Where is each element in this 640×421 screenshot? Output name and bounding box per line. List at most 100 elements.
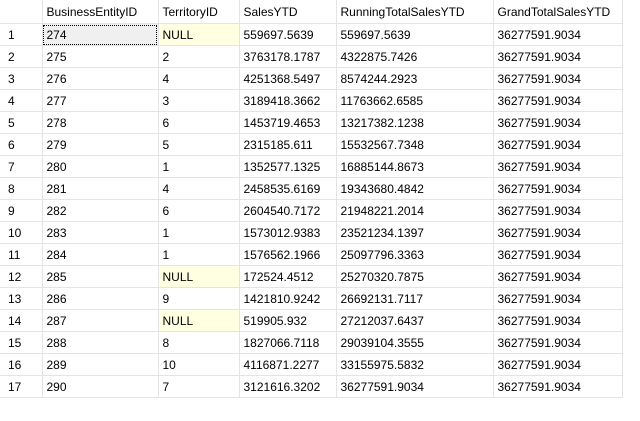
cell-territoryid[interactable]: 9 — [158, 287, 240, 310]
row-number[interactable]: 5 — [0, 111, 43, 134]
table-row[interactable]: 6 279 5 2315185.611 15532567.7348 36277591.90… — [0, 133, 623, 156]
cell-businessentityid[interactable]: 285 — [42, 265, 159, 288]
cell-businessentityid[interactable]: 279 — [42, 133, 159, 156]
cell-businessentityid[interactable]: 280 — [42, 155, 159, 178]
table-row[interactable]: 15 288 8 1827066.7118 29039104.3555 36277591.… — [0, 331, 623, 354]
cell-grandtotalsalesytd[interactable]: 36277591.9034 — [493, 287, 623, 310]
cell-territoryid[interactable]: 8 — [158, 331, 240, 354]
cell-runningtotalsalesytd[interactable]: 13217382.1238 — [336, 111, 494, 134]
cell-businessentityid[interactable]: 274 — [42, 23, 159, 46]
cell-runningtotalsalesytd[interactable]: 29039104.3555 — [336, 331, 494, 354]
cell-runningtotalsalesytd[interactable]: 8574244.2923 — [336, 67, 494, 90]
cell-territoryid[interactable]: 6 — [158, 111, 240, 134]
row-number[interactable]: 2 — [0, 45, 43, 68]
row-number[interactable]: 10 — [0, 221, 43, 244]
cell-territoryid[interactable]: 2 — [158, 45, 240, 68]
cell-businessentityid[interactable]: 289 — [42, 353, 159, 376]
cell-businessentityid[interactable]: 283 — [42, 221, 159, 244]
table-row[interactable]: 14 287 NULL 519905.932 27212037.6437 36277591… — [0, 309, 623, 332]
cell-salesytd[interactable]: 1573012.9383 — [239, 221, 337, 244]
cell-salesytd[interactable]: 1827066.7118 — [239, 331, 337, 354]
cell-salesytd[interactable]: 2315185.611 — [239, 133, 337, 156]
cell-businessentityid[interactable]: 277 — [42, 89, 159, 112]
table-row[interactable]: 9 282 6 2604540.7172 21948221.2014 36277591.9… — [0, 199, 623, 222]
cell-salesytd[interactable]: 2604540.7172 — [239, 199, 337, 222]
table-row[interactable]: 2 275 2 3763178.1787 4322875.7426 36277591.90… — [0, 45, 623, 68]
cell-salesytd[interactable]: 3763178.1787 — [239, 45, 337, 68]
row-number[interactable]: 15 — [0, 331, 43, 354]
cell-runningtotalsalesytd[interactable]: 27212037.6437 — [336, 309, 494, 332]
cell-grandtotalsalesytd[interactable]: 36277591.9034 — [493, 309, 623, 332]
cell-grandtotalsalesytd[interactable]: 36277591.9034 — [493, 155, 623, 178]
row-number[interactable]: 9 — [0, 199, 43, 222]
cell-runningtotalsalesytd[interactable]: 11763662.6585 — [336, 89, 494, 112]
cell-territoryid[interactable]: 1 — [158, 155, 240, 178]
cell-salesytd[interactable]: 1421810.9242 — [239, 287, 337, 310]
cell-businessentityid[interactable]: 281 — [42, 177, 159, 200]
cell-grandtotalsalesytd[interactable]: 36277591.9034 — [493, 177, 623, 200]
cell-grandtotalsalesytd[interactable]: 36277591.9034 — [493, 133, 623, 156]
cell-territoryid[interactable]: 6 — [158, 199, 240, 222]
cell-runningtotalsalesytd[interactable]: 33155975.5832 — [336, 353, 494, 376]
cell-salesytd[interactable]: 1453719.4653 — [239, 111, 337, 134]
cell-salesytd[interactable]: 559697.5639 — [239, 23, 337, 46]
cell-territoryid[interactable]: 4 — [158, 67, 240, 90]
cell-salesytd[interactable]: 172524.4512 — [239, 265, 337, 288]
cell-businessentityid[interactable]: 278 — [42, 111, 159, 134]
cell-grandtotalsalesytd[interactable]: 36277591.9034 — [493, 265, 623, 288]
cell-runningtotalsalesytd[interactable]: 26692131.7117 — [336, 287, 494, 310]
cell-grandtotalsalesytd[interactable]: 36277591.9034 — [493, 353, 623, 376]
cell-grandtotalsalesytd[interactable]: 36277591.9034 — [493, 221, 623, 244]
cell-runningtotalsalesytd[interactable]: 559697.5639 — [336, 23, 494, 46]
corner-header[interactable] — [0, 0, 43, 24]
cell-territoryid[interactable]: 1 — [158, 243, 240, 266]
row-number[interactable]: 7 — [0, 155, 43, 178]
cell-runningtotalsalesytd[interactable]: 25270320.7875 — [336, 265, 494, 288]
row-number[interactable]: 12 — [0, 265, 43, 288]
row-number[interactable]: 17 — [0, 375, 43, 398]
column-header-runningtotalsalesytd[interactable]: RunningTotalSalesYTD — [336, 0, 494, 24]
table-row[interactable]: 5 278 6 1453719.4653 13217382.1238 36277591.9… — [0, 111, 623, 134]
table-row[interactable]: 12 285 NULL 172524.4512 25270320.7875 3627759… — [0, 265, 623, 288]
cell-territoryid[interactable]: 7 — [158, 375, 240, 398]
cell-salesytd[interactable]: 3189418.3662 — [239, 89, 337, 112]
cell-grandtotalsalesytd[interactable]: 36277591.9034 — [493, 199, 623, 222]
cell-businessentityid[interactable]: 286 — [42, 287, 159, 310]
row-number[interactable]: 14 — [0, 309, 43, 332]
cell-grandtotalsalesytd[interactable]: 36277591.9034 — [493, 243, 623, 266]
column-header-salesytd[interactable]: SalesYTD — [239, 0, 337, 24]
table-row[interactable]: 10 283 1 1573012.9383 23521234.1397 36277591.… — [0, 221, 623, 244]
table-row[interactable]: 7 280 1 1352577.1325 16885144.8673 36277591.9… — [0, 155, 623, 178]
cell-businessentityid[interactable]: 282 — [42, 199, 159, 222]
cell-grandtotalsalesytd[interactable]: 36277591.9034 — [493, 45, 623, 68]
row-number[interactable]: 13 — [0, 287, 43, 310]
row-number[interactable]: 3 — [0, 67, 43, 90]
cell-runningtotalsalesytd[interactable]: 15532567.7348 — [336, 133, 494, 156]
cell-grandtotalsalesytd[interactable]: 36277591.9034 — [493, 67, 623, 90]
table-row[interactable]: 17 290 7 3121616.3202 36277591.9034 36277591.… — [0, 375, 623, 398]
row-number[interactable]: 8 — [0, 177, 43, 200]
cell-grandtotalsalesytd[interactable]: 36277591.9034 — [493, 331, 623, 354]
table-row[interactable]: 3 276 4 4251368.5497 8574244.2923 36277591.90… — [0, 67, 623, 90]
results-grid[interactable]: BusinessEntityID TerritoryID SalesYTD Ru… — [0, 0, 640, 421]
table-row[interactable]: 13 286 9 1421810.9242 26692131.7117 36277591.… — [0, 287, 623, 310]
cell-salesytd[interactable]: 4116871.2277 — [239, 353, 337, 376]
table-row[interactable]: 8 281 4 2458535.6169 19343680.4842 36277591.9… — [0, 177, 623, 200]
cell-businessentityid[interactable]: 284 — [42, 243, 159, 266]
column-header-businessentityid[interactable]: BusinessEntityID — [42, 0, 159, 24]
cell-salesytd[interactable]: 519905.932 — [239, 309, 337, 332]
cell-runningtotalsalesytd[interactable]: 4322875.7426 — [336, 45, 494, 68]
cell-runningtotalsalesytd[interactable]: 21948221.2014 — [336, 199, 494, 222]
cell-grandtotalsalesytd[interactable]: 36277591.9034 — [493, 111, 623, 134]
cell-grandtotalsalesytd[interactable]: 36277591.9034 — [493, 375, 623, 398]
cell-salesytd[interactable]: 1576562.1966 — [239, 243, 337, 266]
cell-salesytd[interactable]: 3121616.3202 — [239, 375, 337, 398]
cell-territoryid[interactable]: NULL — [158, 265, 240, 288]
cell-territoryid[interactable]: 3 — [158, 89, 240, 112]
cell-territoryid[interactable]: NULL — [158, 23, 240, 46]
cell-territoryid[interactable]: 10 — [158, 353, 240, 376]
cell-territoryid[interactable]: 5 — [158, 133, 240, 156]
cell-grandtotalsalesytd[interactable]: 36277591.9034 — [493, 89, 623, 112]
row-number[interactable]: 1 — [0, 23, 43, 46]
cell-territoryid[interactable]: 1 — [158, 221, 240, 244]
